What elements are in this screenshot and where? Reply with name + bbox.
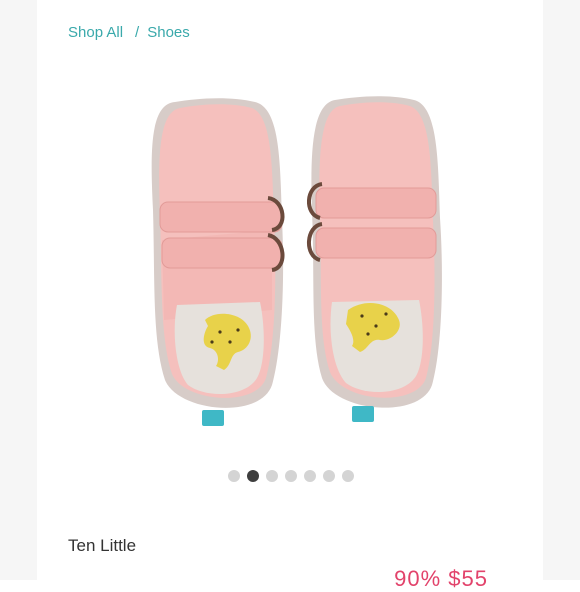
carousel-dot[interactable]: [342, 470, 354, 482]
carousel-dot[interactable]: [247, 470, 259, 482]
carousel-dot[interactable]: [228, 470, 240, 482]
breadcrumb: Shop All / Shoes: [68, 24, 190, 41]
right-shoe: [307, 96, 442, 422]
breadcrumb-shoes[interactable]: Shoes: [147, 24, 190, 41]
sneakers-image: [151, 96, 442, 426]
carousel-dot[interactable]: [266, 470, 278, 482]
carousel-indicator: [228, 470, 354, 482]
product-price: 90% $55: [394, 566, 488, 591]
carousel-dot[interactable]: [323, 470, 335, 482]
left-shoe: [151, 98, 285, 426]
right-margin: [543, 0, 580, 580]
product-brand[interactable]: Ten Little: [68, 536, 136, 556]
breadcrumb-separator: /: [135, 24, 140, 41]
product-image[interactable]: [120, 80, 465, 440]
left-margin: [0, 0, 37, 580]
carousel-dot[interactable]: [285, 470, 297, 482]
carousel-dot[interactable]: [304, 470, 316, 482]
breadcrumb-shop-all[interactable]: Shop All: [68, 24, 123, 41]
